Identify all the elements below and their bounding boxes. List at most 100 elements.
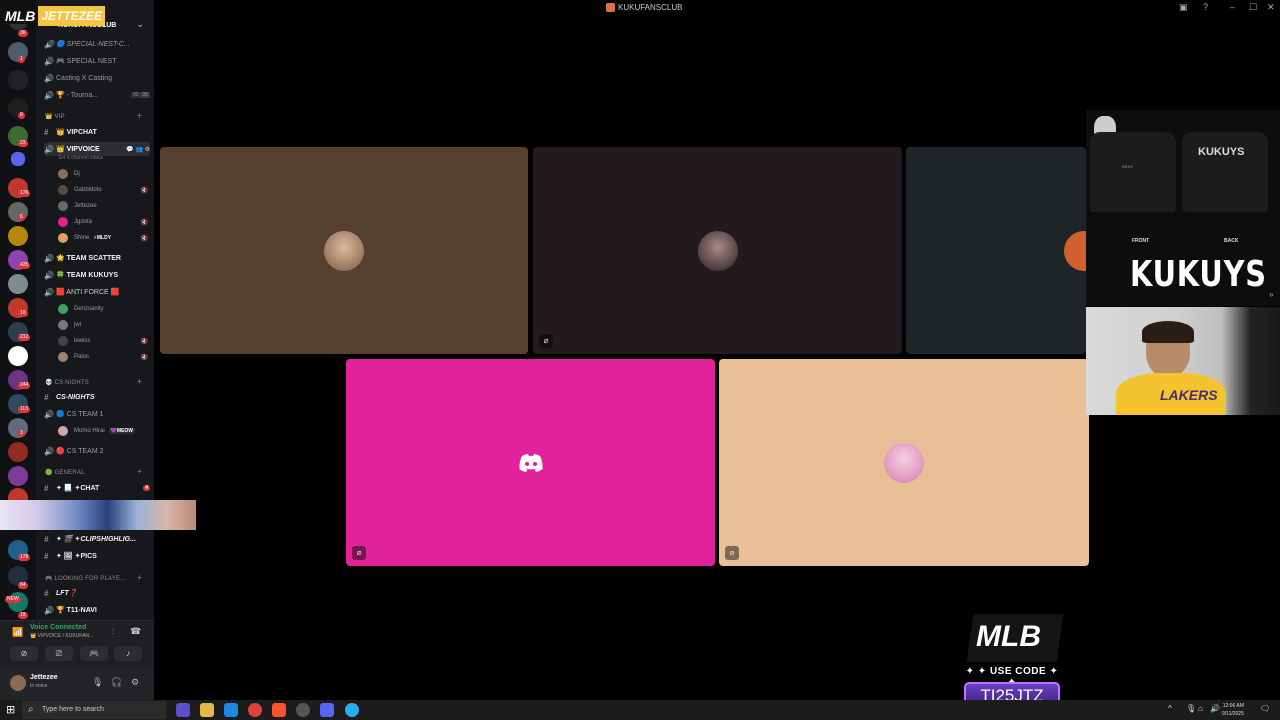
telegram-icon[interactable] (345, 703, 359, 717)
microphone-icon[interactable]: 🎙 (1186, 704, 1196, 713)
hash-icon: # (44, 127, 49, 137)
category-vip[interactable]: 👑 VIP + (45, 111, 142, 123)
chrome-icon[interactable] (248, 703, 262, 717)
microphone-icon[interactable]: 🎙 (92, 677, 103, 688)
add-channel-icon[interactable]: + (137, 467, 142, 476)
voice-channel-name[interactable]: 👑 VIPVOICE / KUKUFAN... (30, 633, 93, 639)
brave-icon[interactable] (272, 703, 286, 717)
voice-user[interactable]: Denzsanity (58, 302, 148, 316)
add-channel-icon[interactable]: + (137, 377, 142, 386)
channel-actions-icon[interactable]: 💬 👥 ⚙ (126, 146, 150, 153)
chevron-up-icon[interactable]: ^ (1168, 704, 1172, 713)
window-title: KUKUFANSCLUB (606, 3, 682, 12)
webcam-overlay: LAKERS (1086, 307, 1280, 415)
text-channel[interactable]: # ✦ 🖼 ✦PICS (44, 549, 150, 563)
voice-channel[interactable]: 🔊 🍀 TEAM KUKUYS (44, 268, 150, 282)
voice-channel[interactable]: 🔊 🟥 ANTI FORCE 🟥 (44, 285, 150, 299)
call-tile[interactable] (906, 147, 1086, 354)
voice-channel[interactable]: 🔊 🏆 T11-NAVI (44, 603, 150, 617)
copilot-icon[interactable] (176, 703, 190, 717)
voice-channel[interactable]: 🔊 Casting X Casting (44, 71, 150, 85)
voice-user[interactable]: Momo Hirai 💜MEOW (58, 424, 148, 438)
avatar (58, 320, 68, 330)
maximize-button[interactable]: ☐ (1249, 2, 1257, 13)
text-channel[interactable]: # ✦ 🎬 ✦CLIPSHIGHLIG... (44, 532, 150, 546)
clock[interactable]: 12:06 AM 9/11/2025 (1222, 702, 1244, 718)
call-tile[interactable]: ⌀ (719, 359, 1089, 566)
username[interactable]: Jettezee (30, 674, 58, 681)
voice-channel-active[interactable]: 🔊 👑 VIPVOICE 💬 👥 ⚙ (44, 142, 150, 156)
voice-channel[interactable]: 🔊 🔵 CS TEAM 1 (44, 407, 150, 421)
discord-icon[interactable] (320, 703, 334, 717)
text-channel[interactable]: # LFT❓ (44, 586, 150, 600)
avatar (884, 442, 924, 483)
volume-icon[interactable]: 🔊 (1210, 704, 1220, 713)
call-tile[interactable] (160, 147, 528, 354)
server-icon[interactable] (8, 70, 28, 90)
edge-icon[interactable] (224, 703, 238, 717)
voice-channel[interactable]: 🔊 🌟 TEAM SCATTER (44, 251, 150, 265)
voice-user[interactable]: Jettezee (58, 199, 148, 213)
voice-user[interactable]: lewiss 🔇 (58, 334, 148, 348)
unread-badge: 244 (18, 382, 31, 389)
text-channel[interactable]: # ✦ 📃 ✦CHAT 4 (44, 481, 150, 495)
server-icon[interactable] (8, 346, 28, 366)
text-channel[interactable]: # CS-NIGHTS (44, 390, 150, 404)
server-icon[interactable] (8, 466, 28, 486)
avatar[interactable] (10, 675, 26, 691)
windows-start-icon[interactable]: ⊞ (6, 703, 15, 716)
network-icon[interactable]: ⌂ (1198, 704, 1203, 713)
voice-user[interactable]: Palos 🔇 (58, 350, 148, 364)
server-icon[interactable] (8, 274, 28, 294)
soundboard-button[interactable]: ♪ (114, 646, 142, 661)
category-cs-nights[interactable]: 💀 CS NIGHTS + (45, 377, 142, 389)
screen-share-button[interactable]: ⎚ (45, 646, 73, 661)
unread-badge: 1 (18, 56, 25, 63)
signal-icon[interactable]: 📶 (12, 627, 23, 638)
activity-button[interactable]: 🎮 (80, 646, 108, 661)
category-looking-for-players[interactable]: 🎮 LOOKING FOR PLAYE... + (45, 573, 142, 585)
avatar (697, 230, 738, 271)
server-icon[interactable] (8, 442, 28, 462)
call-tile[interactable]: ⌀ (533, 147, 902, 354)
taskbar-search[interactable]: Type here to search (22, 701, 166, 719)
minimize-button[interactable]: – (1230, 2, 1235, 12)
voice-status[interactable]: Voice Connected (30, 624, 86, 631)
voice-user[interactable]: Jgdota 🔇 (58, 215, 148, 229)
voice-user[interactable]: Gabbldoto 🔇 (58, 183, 148, 197)
voice-user[interactable]: jwl (58, 318, 148, 332)
avatar (58, 233, 68, 243)
category-general[interactable]: 🟢 GENERAL + (45, 467, 142, 479)
call-tile[interactable]: ⌀ (346, 359, 715, 566)
unread-badge: 425 (18, 262, 31, 269)
noise-suppression-icon[interactable]: ⫶ (112, 627, 114, 637)
merch-ad-panel: KKYS KUKUYS FRONT BACK KUKUYS » (1086, 110, 1280, 306)
channel-status[interactable]: Set a channel status (58, 155, 103, 161)
help-icon[interactable]: ? (1203, 2, 1208, 12)
text-channel[interactable]: # 👑 VIPCHAT (44, 125, 150, 139)
notification-icon[interactable]: 🗨 (1260, 704, 1270, 713)
obs-icon[interactable] (296, 703, 310, 717)
promo-code-overlay: MLB ✦ ✦ USE CODE ✦ ✦ TI25JTZ (962, 614, 1064, 714)
inbox-icon[interactable]: ▣ (1179, 2, 1188, 13)
headphones-icon[interactable]: 🎧 (111, 677, 122, 688)
folder-icon[interactable] (11, 152, 25, 166)
add-channel-icon[interactable]: + (137, 573, 142, 582)
add-channel-icon[interactable]: + (137, 111, 142, 120)
file-explorer-icon[interactable] (200, 703, 214, 717)
voice-user[interactable]: Shine ⚡MLDY 🔇 (58, 231, 148, 245)
muted-icon: ⌀ (539, 334, 553, 348)
voice-user[interactable]: Dj (58, 167, 148, 181)
voice-channel[interactable]: 🔊 🏆 - Tourna... 00 05 (44, 88, 150, 102)
settings-icon[interactable]: ⚙ (131, 677, 139, 688)
voice-channel[interactable]: 🔊 🎮 SPECIAL NEST (44, 54, 150, 68)
avatar (58, 426, 68, 436)
voice-channel[interactable]: 🔊 🔵 SPECIAL-NEST-C... (44, 37, 150, 51)
camera-off-button[interactable]: ⊘ (10, 646, 38, 661)
disconnect-icon[interactable]: ☎ (130, 626, 141, 637)
mention-badge: 4 (143, 485, 150, 491)
server-icon[interactable] (8, 226, 28, 246)
voice-channel[interactable]: 🔊 🔴 CS TEAM 2 (44, 444, 150, 458)
close-button[interactable]: ✕ (1267, 2, 1275, 13)
speaker-icon: 🔊 (44, 90, 54, 100)
